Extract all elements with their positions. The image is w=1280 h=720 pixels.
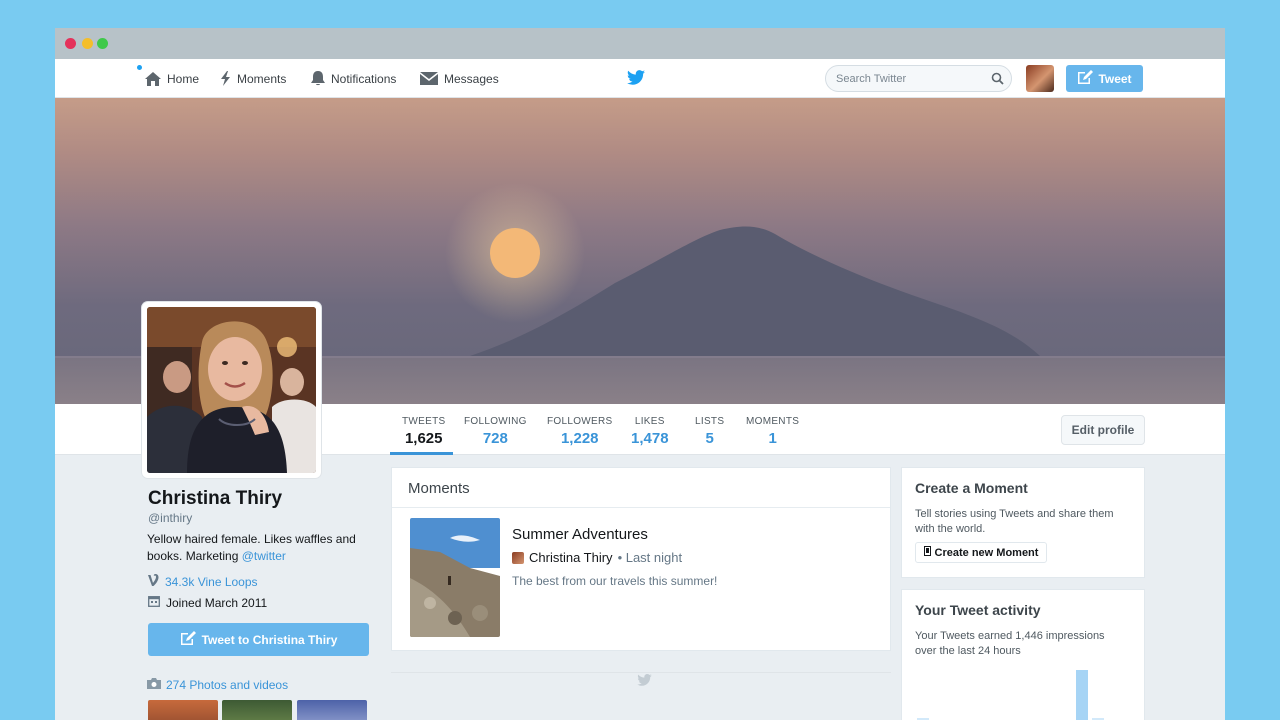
stat-tweets-value: 1,625 <box>404 430 443 447</box>
active-tab-indicator <box>390 452 453 455</box>
photo-thumbnail[interactable] <box>222 700 292 720</box>
browser-window: Home Moments Notifications Messages Twee… <box>55 28 1225 720</box>
moment-byline: Christina Thiry • Last night <box>512 550 682 565</box>
search-box[interactable] <box>825 65 1012 92</box>
stat-lists-label: LISTS <box>695 416 725 427</box>
photos-videos-link[interactable]: 274 Photos and videos <box>147 678 288 692</box>
twitter-bird-icon <box>637 673 652 691</box>
moment-author[interactable]: Christina Thiry <box>529 550 613 565</box>
stat-moments-value: 1 <box>768 430 777 447</box>
lightning-icon <box>220 71 231 86</box>
profile-photo-image <box>147 307 316 473</box>
joined-date: Joined March 2011 <box>148 595 267 610</box>
profile-avatar[interactable] <box>142 302 321 478</box>
moment-timestamp: • Last night <box>617 550 683 565</box>
activity-bar <box>1076 670 1088 720</box>
stat-likes[interactable]: LIKES 1,478 <box>631 416 669 447</box>
window-titlebar <box>55 28 1225 59</box>
vine-loops-label: 34.3k Vine Loops <box>165 574 258 589</box>
create-moment-text: Tell stories using Tweets and share them… <box>915 508 1114 535</box>
profile-handle[interactable]: @inthiry <box>148 511 192 525</box>
stat-followers[interactable]: FOLLOWERS 1,228 <box>547 416 613 447</box>
top-navbar: Home Moments Notifications Messages Twee… <box>55 59 1225 98</box>
search-icon[interactable] <box>991 72 1004 90</box>
compose-tweet-label: Tweet <box>1098 71 1132 86</box>
bio-mention-link[interactable]: @twitter <box>242 549 286 563</box>
photo-thumbnail[interactable] <box>297 700 367 720</box>
tweet-activity-panel: Your Tweet activity Your Tweets earned 1… <box>901 589 1145 720</box>
nav-messages-label: Messages <box>444 71 499 86</box>
moment-description: The best from our travels this summer! <box>512 574 718 588</box>
author-avatar <box>512 551 524 564</box>
nav-moments-label: Moments <box>237 71 287 86</box>
stat-likes-label: LIKES <box>634 416 665 427</box>
vine-icon <box>148 574 159 589</box>
stat-tweets-label: TWEETS <box>402 416 446 427</box>
stat-tweets[interactable]: TWEETS 1,625 <box>402 416 445 447</box>
maximize-window-button[interactable] <box>97 38 108 49</box>
nav-home[interactable]: Home <box>145 59 199 98</box>
stat-moments-label: MOMENTS <box>746 416 800 427</box>
photo-thumbnail[interactable] <box>148 700 218 720</box>
stat-moments[interactable]: MOMENTS 1 <box>746 416 799 447</box>
photos-videos-label: 274 Photos and videos <box>166 678 289 692</box>
vine-loops-link[interactable]: 34.3k Vine Loops <box>148 574 258 589</box>
create-moment-title: Create a Moment <box>915 480 1028 496</box>
moments-panel: Moments Summer Adventures Christina Thir… <box>391 467 891 651</box>
joined-date-label: Joined March 2011 <box>166 595 268 610</box>
nav-messages[interactable]: Messages <box>420 59 499 98</box>
moment-title[interactable]: Summer Adventures <box>512 526 648 543</box>
stat-lists-value: 5 <box>705 430 714 447</box>
nav-home-label: Home <box>167 71 200 86</box>
create-new-moment-label: Create new Moment <box>934 546 1039 559</box>
bell-icon <box>311 71 325 86</box>
home-icon <box>145 71 161 86</box>
close-window-button[interactable] <box>65 38 76 49</box>
compose-icon <box>1077 70 1094 87</box>
new-content-dot <box>137 65 142 70</box>
account-avatar[interactable] <box>1026 65 1054 92</box>
moments-header: Moments <box>392 468 890 508</box>
tweet-activity-title: Your Tweet activity <box>915 602 1041 618</box>
stat-likes-value: 1,478 <box>631 430 669 447</box>
minimize-window-button[interactable] <box>82 38 93 49</box>
compose-icon <box>180 631 196 648</box>
envelope-icon <box>420 72 438 85</box>
create-moment-panel: Create a Moment Tell stories using Tweet… <box>901 467 1145 578</box>
compose-tweet-button[interactable]: Tweet <box>1066 65 1143 92</box>
twitter-bird-icon[interactable] <box>627 70 645 90</box>
tweet-activity-text: Your Tweets earned 1,446 impressions ove… <box>915 630 1105 657</box>
create-new-moment-button[interactable]: Create new Moment <box>915 542 1047 563</box>
edit-profile-button[interactable]: Edit profile <box>1061 415 1145 445</box>
nav-notifications[interactable]: Notifications <box>311 59 396 98</box>
search-input[interactable] <box>836 72 986 85</box>
profile-name: Christina Thiry <box>148 488 283 509</box>
camera-icon <box>147 678 161 692</box>
stat-followers-label: FOLLOWERS <box>547 416 613 427</box>
stat-lists[interactable]: LISTS 5 <box>695 416 724 447</box>
nav-moments[interactable]: Moments <box>220 59 286 98</box>
stat-following-value: 728 <box>482 430 508 447</box>
tweet-to-user-label: Tweet to Christina Thiry <box>201 632 338 647</box>
stat-following[interactable]: FOLLOWING 728 <box>464 416 527 447</box>
calendar-icon <box>148 595 160 610</box>
stat-followers-value: 1,228 <box>560 430 599 447</box>
moment-icon <box>923 546 931 559</box>
profile-bio: Yellow haired female. Likes waffles and … <box>147 531 367 565</box>
stat-following-label: FOLLOWING <box>464 416 527 427</box>
moment-cover-image[interactable] <box>410 518 500 637</box>
tweet-to-user-button[interactable]: Tweet to Christina Thiry <box>148 623 369 656</box>
nav-notifications-label: Notifications <box>331 71 397 86</box>
